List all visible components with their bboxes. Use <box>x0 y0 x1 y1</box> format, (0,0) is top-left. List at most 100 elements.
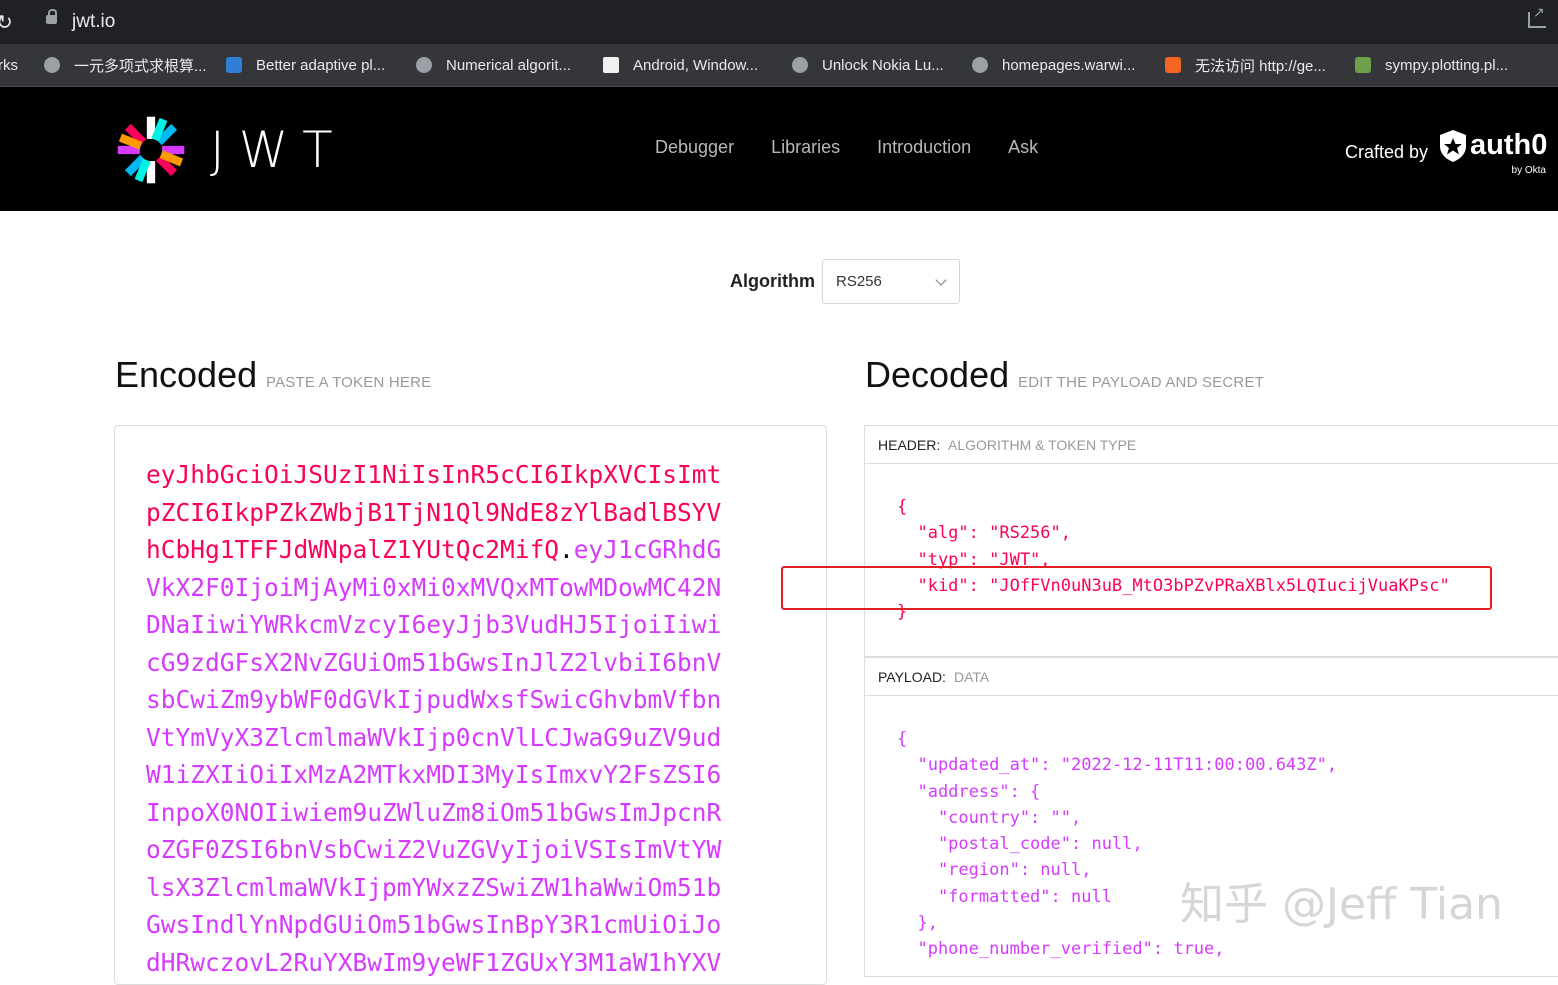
payload-label: PAYLOAD: <box>878 669 946 685</box>
page-icon <box>603 57 619 73</box>
token-header-segment: eyJhbGciOiJSUzI1NiIsInR5cCI6IkpXVCIsImt <box>146 460 722 489</box>
url-field[interactable]: jwt.io <box>72 11 115 33</box>
token-payload-segment: cG9zdGFsX2NvZGUiOm51bGwsInJlZ2lvbiI6bnV <box>146 647 722 677</box>
bookmark-label: sympy.plotting.pl... <box>1385 56 1509 74</box>
json-line: "country": "", <box>897 807 1082 828</box>
auth0-brand-text: auth0 <box>1470 129 1548 161</box>
main-nav: Debugger Libraries Introduction Ask <box>655 137 1038 158</box>
token-line: lsX3ZlcmlmaWVkIjpmYWxzZSwiZW1haWwiOm51b <box>146 869 746 907</box>
chevron-down-icon <box>935 274 947 286</box>
nav-introduction[interactable]: Introduction <box>877 137 971 158</box>
bookmark-item[interactable]: Android, Window... <box>603 54 758 76</box>
token-payload-segment: oZGF0ZSI6bnVsbCwiZ2VuZGVyIjoiVSIsImVtYW <box>146 835 722 864</box>
token-payload-segment: eyJ1cGRhdG <box>573 535 722 564</box>
auth0-logo[interactable]: auth0 by Okta <box>1438 129 1550 176</box>
token-payload-segment: InpoX0NOIiwiem9uZWluZm8iOm51bGwsImJpcnR <box>146 797 722 827</box>
globe-icon <box>972 57 988 73</box>
bookmark-label: rks <box>0 56 18 74</box>
encoded-token-text: eyJhbGciOiJSUzI1NiIsInR5cCI6IkpXVCIsImt p… <box>146 456 746 981</box>
blogger-icon <box>1165 57 1181 73</box>
token-payload-segment: W1iZXIiOiIxMzA2MTkxMDI3MyIsImxvY2FsZSI6 <box>146 760 722 789</box>
header-label: HEADER: <box>878 437 941 453</box>
bookmark-label: 无法访问 http://ge... <box>1195 57 1326 75</box>
token-payload-segment: sbCwiZm9ybWF0dGVkIjpudWxsfSwicGhvbmVfbn <box>146 685 722 714</box>
bookmark-item[interactable]: rks <box>0 54 18 76</box>
algorithm-select[interactable]: RS256 <box>822 259 960 304</box>
nav-ask[interactable]: Ask <box>1008 137 1038 158</box>
jwt-logo-icon[interactable] <box>114 113 188 187</box>
encoded-subtitle: PASTE A TOKEN HERE <box>266 374 432 391</box>
token-line: GwsIndlYnNpdGUiOm51bGwsInBpY3R1cmUiOiJo <box>146 906 746 944</box>
browser-address-bar: ↻ jwt.io <box>0 0 1558 44</box>
decoded-subtitle: EDIT THE PAYLOAD AND SECRET <box>1018 374 1265 391</box>
header-panel-heading: HEADER: ALGORITHM & TOKEN TYPE <box>865 426 1558 464</box>
auth0-by-okta: by Okta <box>1511 165 1546 176</box>
bookmark-item[interactable]: homepages.warwi... <box>972 54 1135 76</box>
bookmark-item[interactable]: sympy.plotting.pl... <box>1355 54 1508 76</box>
bookmark-item[interactable]: Unlock Nokia Lu... <box>792 54 944 76</box>
share-icon[interactable] <box>1528 4 1546 28</box>
bookmark-item[interactable]: Numerical algorit... <box>416 54 571 76</box>
encoded-token-textarea[interactable]: eyJhbGciOiJSUzI1NiIsInR5cCI6IkpXVCIsImt p… <box>114 425 827 985</box>
token-header-segment: pZCI6IkpPZkZWbjB1TjN1Ql9NdE8zYlBadlBSYV <box>146 497 722 527</box>
nav-debugger[interactable]: Debugger <box>655 137 734 158</box>
token-line: VtYmVyX3ZlcmlmaWVkIjp0cnVlLCJwaG9uZV9ud <box>146 719 746 757</box>
auth0-star-icon <box>1440 130 1466 162</box>
bookmark-label: Numerical algorit... <box>446 56 572 74</box>
payload-sublabel: DATA <box>954 669 990 685</box>
token-separator: . <box>559 535 574 564</box>
token-line: InpoX0NOIiwiem9uZWluZm8iOm51bGwsImJpcnR <box>146 794 746 832</box>
bookmark-label: Better adaptive pl... <box>256 56 386 74</box>
globe-icon <box>792 57 808 73</box>
json-line: { <box>897 497 908 517</box>
json-line: "updated_at": "2022-12-11T11:00:00.643Z"… <box>897 755 1338 776</box>
encoded-title: Encoded <box>115 354 258 395</box>
json-line: "alg": "RS256", <box>897 523 1071 544</box>
token-payload-segment: DNaIiwiYWRkcmVzcyI6eyJjb3VudHJ5IjoiIiwi <box>146 610 722 639</box>
token-line: dHRwczovL2RuYXBwIm9yeWF1ZGUxY3M1aW1hYXV <box>146 944 746 982</box>
nav-libraries[interactable]: Libraries <box>771 137 840 158</box>
token-line: hCbHg1TFFJdWNpalZ1YUtQc2MifQ.eyJ1cGRhdG <box>146 531 746 569</box>
token-line: W1iZXIiOiIxMzA2MTkxMDI3MyIsImxvY2FsZSI6 <box>146 756 746 794</box>
token-payload-segment: dHRwczovL2RuYXBwIm9yeWF1ZGUxY3M1aW1hYXV <box>146 947 722 977</box>
header-sublabel: ALGORITHM & TOKEN TYPE <box>948 437 1137 453</box>
bookmark-item[interactable]: 一元多项式求根算... <box>44 54 207 76</box>
token-line: oZGF0ZSI6bnVsbCwiZ2VuZGVyIjoiVSIsImVtYW <box>146 831 746 869</box>
watermark: 知乎 @Jeff Tian <box>1180 879 1503 930</box>
token-line: pZCI6IkpPZkZWbjB1TjN1Ql9NdE8zYlBadlBSYV <box>146 494 746 532</box>
bookmark-label: homepages.warwi... <box>1002 56 1136 74</box>
json-line: { <box>897 729 908 749</box>
kid-highlight-box <box>781 566 1492 610</box>
token-payload-segment: VkX2F0IjoiMjAyMi0xMi0xMVQxMTowMDowMC42N <box>146 572 722 602</box>
algorithm-label: Algorithm <box>730 271 815 291</box>
bookmark-item[interactable]: 无法访问 http://ge... <box>1165 54 1326 76</box>
token-payload-segment: lsX3ZlcmlmaWVkIjpmYWxzZSwiZW1haWwiOm51b <box>146 872 722 902</box>
bookmark-label: Android, Window... <box>633 56 759 74</box>
jwt-logo-text[interactable]: JWT <box>210 121 347 179</box>
decoded-title: Decoded <box>865 354 1010 395</box>
token-payload-segment: GwsIndlYnNpdGUiOm51bGwsInBpY3R1cmUiOiJo <box>146 910 722 939</box>
globe-icon <box>416 57 432 73</box>
site-header: JWT Debugger Libraries Introduction Ask … <box>0 87 1558 211</box>
reload-icon[interactable]: ↻ <box>0 10 13 35</box>
json-line: "address": { <box>897 781 1041 802</box>
json-line: "postal_code": null, <box>897 834 1143 855</box>
globe-icon <box>44 57 60 73</box>
token-line: DNaIiwiYWRkcmVzcyI6eyJjb3VudHJ5IjoiIiwi <box>146 606 746 644</box>
token-header-segment: hCbHg1TFFJdWNpalZ1YUtQc2MifQ <box>146 535 560 564</box>
token-line: cG9zdGFsX2NvZGUiOm51bGwsInJlZ2lvbiI6bnV <box>146 644 746 682</box>
bookmark-label: 一元多项式求根算... <box>74 57 207 75</box>
python-icon <box>1355 57 1371 73</box>
site-icon <box>226 57 242 73</box>
payload-panel-heading: PAYLOAD: DATA <box>865 658 1558 696</box>
token-line: eyJhbGciOiJSUzI1NiIsInR5cCI6IkpXVCIsImt <box>146 456 746 494</box>
bookmarks-bar: rks 一元多项式求根算... Better adaptive pl... Numer… <box>0 44 1558 87</box>
token-line: sbCwiZm9ybWF0dGVkIjpudWxsfSwicGhvbmVfbn <box>146 681 746 719</box>
lock-icon[interactable] <box>46 9 57 24</box>
bookmark-label: Unlock Nokia Lu... <box>822 56 944 74</box>
token-line: VkX2F0IjoiMjAyMi0xMi0xMVQxMTowMDowMC42N <box>146 569 746 607</box>
token-payload-segment: VtYmVyX3ZlcmlmaWVkIjp0cnVlLCJwaG9uZV9ud <box>146 722 722 752</box>
algorithm-value: RS256 <box>836 273 882 290</box>
json-line: "phone_number_verified": true, <box>897 939 1225 960</box>
bookmark-item[interactable]: Better adaptive pl... <box>226 54 385 76</box>
